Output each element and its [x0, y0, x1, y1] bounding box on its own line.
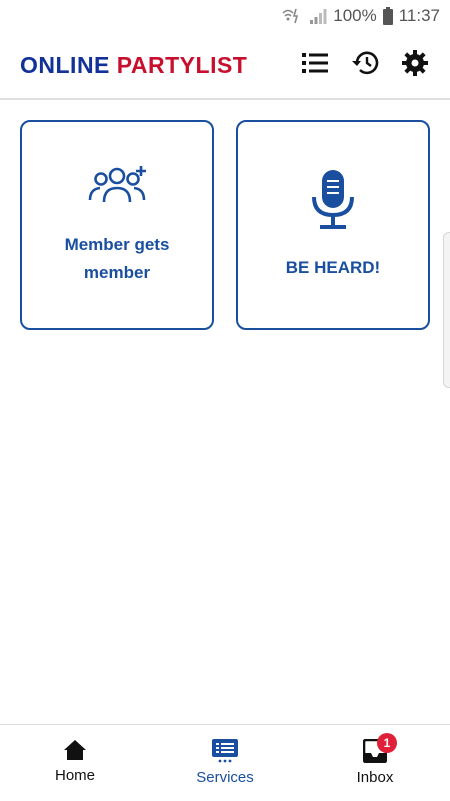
nav-label: Services — [196, 769, 254, 786]
tile-label: BE HEARD! — [285, 257, 381, 277]
battery-icon — [382, 7, 393, 25]
nav-services[interactable]: Services — [150, 725, 300, 801]
member-gets-member-tile[interactable]: Member gets member — [20, 120, 214, 330]
history-icon — [352, 51, 379, 75]
app-title: ONLINE PARTYLIST — [20, 52, 247, 79]
app-bar: ONLINE PARTYLIST — [0, 32, 450, 100]
app-actions — [300, 48, 430, 78]
battery-percent: 100% — [333, 6, 377, 25]
tile-label: Member gets member — [64, 234, 170, 282]
settings-icon — [402, 50, 428, 76]
list-icon — [302, 53, 328, 73]
side-drawer-handle[interactable] — [443, 232, 450, 388]
nav-inbox[interactable]: 1 Inbox — [300, 725, 450, 801]
nav-home[interactable]: Home — [0, 725, 150, 801]
add-group-icon — [86, 164, 148, 213]
service-tiles: Member gets member BE HEARD! — [20, 120, 430, 330]
status-bar: 100% 11:37 — [0, 0, 450, 32]
settings-button[interactable] — [400, 48, 430, 78]
nav-label: Inbox — [356, 769, 394, 786]
nav-label: Home — [54, 767, 95, 784]
bottom-nav: Home Services 1 Inbox — [0, 724, 450, 801]
home-icon — [64, 740, 86, 760]
app-title-part1: ONLINE — [20, 52, 110, 78]
microphone-icon — [310, 169, 356, 236]
services-icon — [212, 739, 238, 763]
history-button[interactable] — [350, 48, 380, 78]
inbox-badge: 1 — [377, 733, 397, 753]
wifi-calling-icon — [281, 7, 303, 25]
app-title-part2: PARTYLIST — [116, 52, 248, 78]
list-button[interactable] — [300, 48, 330, 78]
signal-icon — [309, 8, 327, 24]
clock-time: 11:37 — [398, 6, 440, 25]
be-heard-tile[interactable]: BE HEARD! — [236, 120, 430, 330]
